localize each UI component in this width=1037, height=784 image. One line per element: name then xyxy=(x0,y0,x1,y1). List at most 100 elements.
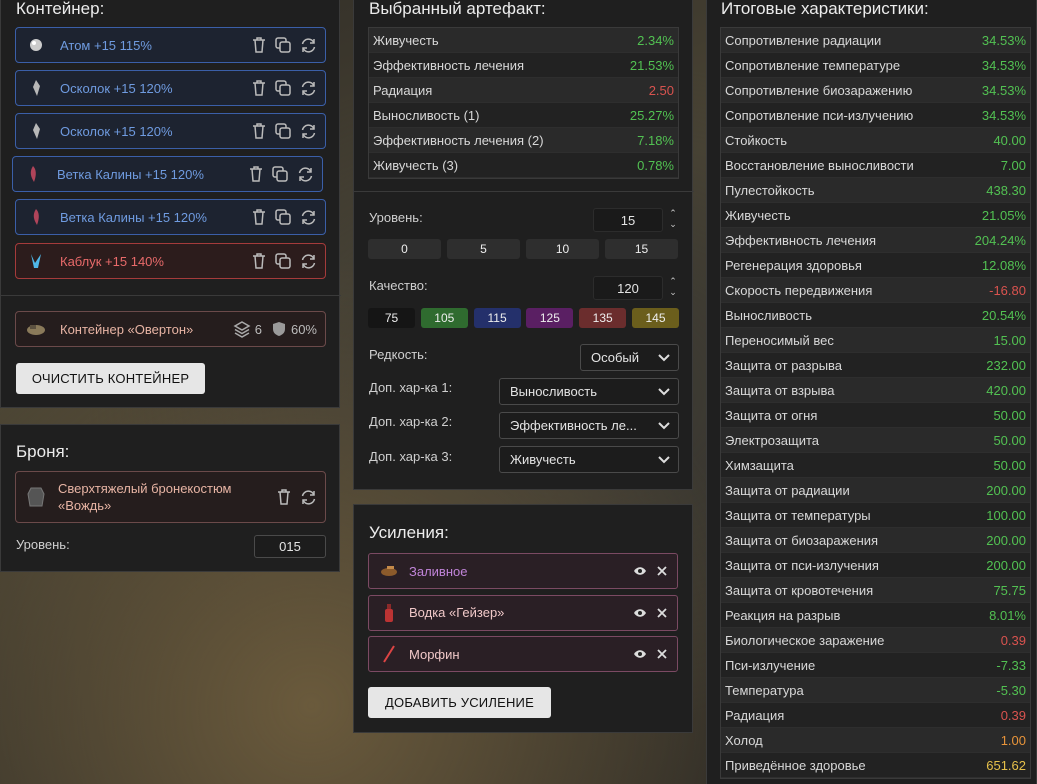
stat-name: Электрозащита xyxy=(725,432,820,448)
stat-value: 232.00 xyxy=(986,357,1026,373)
container-item[interactable]: Контейнер «Овертон» 6 60% xyxy=(15,311,326,347)
delete-icon[interactable] xyxy=(250,123,267,140)
refresh-icon[interactable] xyxy=(300,489,317,506)
boost-label: Водка «Гейзер» xyxy=(409,605,505,620)
boost-item[interactable]: Морфин xyxy=(368,636,678,672)
total-stat-row: Защита от радиации 200.00 xyxy=(721,478,1030,503)
total-stat-row: Пси-излучение -7.33 xyxy=(721,653,1030,678)
total-stat-row: Переносимый вес 15.00 xyxy=(721,328,1030,353)
total-stat-row: Живучесть 21.05% xyxy=(721,203,1030,228)
copy-icon[interactable] xyxy=(272,165,289,183)
artifact-slot[interactable]: Осколок +15 120% xyxy=(15,113,326,149)
artifact-slot-label: Осколок +15 120% xyxy=(60,123,173,139)
level-preset-button[interactable]: 5 xyxy=(447,239,520,259)
stat-name: Приведённое здоровье xyxy=(725,757,866,773)
artifact-slot[interactable]: Осколок +15 120% xyxy=(15,70,326,106)
jelly-dish-icon xyxy=(379,565,399,577)
copy-icon[interactable] xyxy=(275,252,292,270)
delete-icon[interactable] xyxy=(250,80,267,97)
total-stat-row: Защита от температуры 100.00 xyxy=(721,503,1030,528)
stat-name: Защита от кровотечения xyxy=(725,582,874,598)
artifact-slot-label: Осколок +15 120% xyxy=(60,80,173,96)
stat-name: Защита от взрыва xyxy=(725,382,835,398)
stat-value: 40.00 xyxy=(993,132,1026,148)
close-icon[interactable] xyxy=(657,649,667,659)
capacity-value: 6 xyxy=(254,321,262,337)
eye-icon[interactable] xyxy=(633,608,647,618)
clear-container-button[interactable]: ОЧИСТИТЬ КОНТЕЙНЕР xyxy=(16,363,205,394)
extra1-value: Выносливость xyxy=(510,384,597,399)
quality-preset-button[interactable]: 75 xyxy=(368,308,415,328)
refresh-icon[interactable] xyxy=(297,166,314,183)
boost-item[interactable]: Водка «Гейзер» xyxy=(368,594,678,631)
copy-icon[interactable] xyxy=(275,122,292,140)
armor-item[interactable]: Сверхтяжелый бронекостюм «Вождь» xyxy=(15,471,326,523)
artifact-slot[interactable]: Ветка Калины +15 120% xyxy=(12,156,323,192)
eye-icon[interactable] xyxy=(633,566,647,576)
refresh-icon[interactable] xyxy=(300,80,317,97)
close-icon[interactable] xyxy=(657,607,667,618)
artifact-stats-table: Живучесть 2.34% Эффективность лечения 21.53… xyxy=(368,27,679,179)
level-preset-button[interactable]: 0 xyxy=(368,239,441,259)
copy-icon[interactable] xyxy=(275,79,292,97)
stat-value: 15.00 xyxy=(993,332,1026,348)
quality-input[interactable]: 120 xyxy=(593,276,663,300)
quality-preset-button[interactable]: 115 xyxy=(473,308,521,328)
delete-icon[interactable] xyxy=(247,166,264,183)
total-stat-row: Регенерация здоровья 12.08% xyxy=(721,253,1030,278)
delete-icon[interactable] xyxy=(250,209,267,226)
refresh-icon[interactable] xyxy=(300,37,317,54)
artifact-slot[interactable]: Атом +15 115% xyxy=(15,27,326,63)
level-stepper[interactable]: ⌃ ⌄ xyxy=(668,208,678,232)
extra1-select[interactable]: Выносливость xyxy=(499,378,679,405)
armor-level-input[interactable]: 015 xyxy=(254,535,326,558)
stat-value: 12.08% xyxy=(981,257,1026,273)
stat-name: Защита от пси-излучения xyxy=(725,557,879,573)
stat-name: Эффективность лечения xyxy=(725,232,877,248)
total-stat-row: Приведённое здоровье 651.62 xyxy=(721,753,1030,778)
divider xyxy=(354,191,694,192)
quality-preset-button[interactable]: 125 xyxy=(526,308,574,328)
stat-value: 0.39 xyxy=(1000,632,1026,648)
total-stat-row: Защита от кровотечения 75.75 xyxy=(721,578,1030,603)
armor-name: Сверхтяжелый бронекостюм «Вождь» xyxy=(58,481,232,513)
boost-item[interactable]: Заливное xyxy=(368,553,678,589)
artifact-slot[interactable]: Каблук +15 140% xyxy=(15,243,326,279)
level-input[interactable]: 15 xyxy=(593,208,663,232)
level-preset-button[interactable]: 15 xyxy=(605,239,678,259)
copy-icon[interactable] xyxy=(275,208,292,226)
artifact-stat-row: Живучесть (3) 0.78% xyxy=(369,153,678,178)
stat-name: Пулестойкость xyxy=(725,182,815,198)
extra2-select[interactable]: Эффективность ле... xyxy=(499,412,679,439)
quality-preset-button[interactable]: 105 xyxy=(420,308,468,328)
close-icon[interactable] xyxy=(657,566,667,576)
stat-value: 50.00 xyxy=(993,432,1026,448)
artifact-slot[interactable]: Ветка Калины +15 120% xyxy=(15,199,326,235)
refresh-icon[interactable] xyxy=(300,123,317,140)
quality-preset-button[interactable]: 145 xyxy=(632,308,679,328)
quality-preset-button[interactable]: 135 xyxy=(579,308,627,328)
boosts-title: Усиления: xyxy=(369,523,449,542)
level-preset-button[interactable]: 10 xyxy=(526,239,599,259)
stat-value: 75.75 xyxy=(993,582,1026,598)
refresh-icon[interactable] xyxy=(300,253,317,270)
total-stat-row: Пулестойкость 438.30 xyxy=(721,178,1030,203)
stat-value: 420.00 xyxy=(986,382,1026,398)
rarity-select[interactable]: Особый xyxy=(580,344,679,371)
container-name: Контейнер «Овертон» xyxy=(60,321,194,337)
add-boost-button[interactable]: ДОБАВИТЬ УСИЛЕНИЕ xyxy=(368,687,551,718)
artifact-slot-label: Каблук +15 140% xyxy=(60,253,164,269)
quality-stepper[interactable]: ⌃ ⌄ xyxy=(668,276,678,300)
shard-artifact-icon xyxy=(26,121,46,141)
armor-level-label: Уровень: xyxy=(16,537,70,552)
delete-icon[interactable] xyxy=(275,489,292,506)
eye-icon[interactable] xyxy=(633,649,647,659)
delete-icon[interactable] xyxy=(250,253,267,270)
extra3-select[interactable]: Живучесть xyxy=(499,446,679,473)
delete-icon[interactable] xyxy=(250,37,267,54)
copy-icon[interactable] xyxy=(275,36,292,54)
total-stat-row: Сопротивление температуре 34.53% xyxy=(721,53,1030,78)
quality-label: Качество: xyxy=(369,278,428,293)
refresh-icon[interactable] xyxy=(300,209,317,226)
chevron-down-icon xyxy=(658,387,670,396)
